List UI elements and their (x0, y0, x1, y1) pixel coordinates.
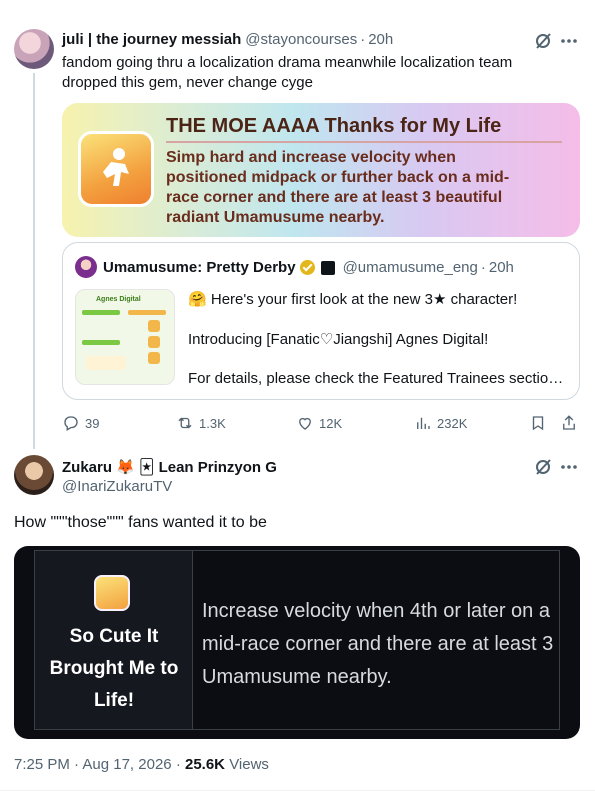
divider (0, 790, 595, 791)
jester-emoji: 🃏 (139, 459, 155, 476)
thumbnail-bar (82, 310, 120, 315)
tweet-header: juli | the journey messiah @stayoncourse… (62, 31, 393, 48)
separator-dot: · (480, 259, 486, 276)
quote-handle[interactable]: @umamusume_eng (343, 259, 478, 276)
grok-icon[interactable] (532, 31, 554, 51)
avatar[interactable] (14, 455, 54, 495)
thumbnail-cell (86, 356, 126, 370)
repost-icon (178, 417, 192, 429)
quote-avatar[interactable] (75, 256, 97, 278)
skill-description: Simp hard and increase velocity when pos… (166, 149, 510, 226)
reply-icon (64, 416, 78, 431)
quote-thumbnail[interactable]: Agnes Digital (75, 289, 175, 385)
skill-description: Increase velocity when 4th or later on a… (202, 600, 554, 688)
tweet-meta: 7:25 PM · Aug 17, 2026 · 25.6K Views (14, 756, 269, 773)
repost-button[interactable]: 1.3K (176, 414, 226, 432)
tweet-text: How """those""" fans wanted it to be (14, 514, 267, 531)
thumbnail-cell (148, 352, 160, 364)
avatar[interactable] (14, 29, 54, 69)
views-count: 25.6K (184, 756, 226, 773)
quote-display-name[interactable]: Umamusume: Pretty Derby (103, 259, 296, 276)
tweet-text: fandom going thru a localization drama m… (62, 54, 513, 91)
skill-icon (78, 131, 154, 207)
display-name[interactable]: Zukaru 🦊 🃏 Lean Prinzyon G (62, 458, 277, 476)
views-label: Views (229, 756, 269, 773)
thumbnail-bar (128, 310, 166, 315)
tweet-image[interactable]: THE MOE AAAA Thanks for My Life Simp har… (62, 103, 580, 237)
skill-panel-left: So Cute It Brought Me to Life! (35, 551, 193, 729)
handle[interactable]: @InariZukaruTV (62, 478, 172, 495)
reply-count: 39 (85, 415, 100, 431)
more-icon[interactable] (558, 31, 580, 51)
display-name[interactable]: juli | the journey messiah (62, 31, 241, 48)
repost-count: 1.3K (199, 415, 226, 431)
skill-title: So Cute It Brought Me to Life! (49, 626, 179, 711)
grok-icon[interactable] (532, 457, 554, 477)
skill-panel: So Cute It Brought Me to Life! Increase … (34, 550, 560, 730)
quote-line: 🤗 Here's your first look at the new 3★ c… (188, 291, 518, 308)
views-count: 232K (437, 415, 468, 431)
bookmark-button[interactable] (529, 414, 552, 432)
separator-dot: · (175, 756, 185, 773)
separator-dot: · (360, 31, 366, 48)
thumbnail-title: Agnes Digital (96, 296, 141, 303)
quoted-tweet[interactable]: Umamusume: Pretty Derby @umamusume_eng ·… (62, 242, 580, 400)
like-button[interactable]: 12K (296, 414, 342, 432)
tweet-image[interactable]: So Cute It Brought Me to Life! Increase … (14, 546, 580, 739)
thumbnail-cell (148, 336, 160, 348)
handle[interactable]: @stayoncourses (245, 31, 357, 48)
views-button[interactable]: 232K (414, 414, 467, 432)
tweet-header: Zukaru 🦊 🃏 Lean Prinzyon G (62, 458, 277, 476)
post-time[interactable]: 7:25 PM (14, 756, 70, 773)
thumbnail-cell (148, 320, 160, 332)
quote-line: For details, please check the Featured T… (188, 370, 564, 387)
reply-button[interactable]: 39 (62, 414, 99, 432)
timestamp[interactable]: 20h (368, 31, 393, 48)
thumbnail-bar (82, 340, 120, 345)
tweet-handle-row: @InariZukaruTV (62, 478, 172, 495)
like-icon (299, 417, 311, 430)
thread-line (33, 73, 35, 449)
more-icon[interactable] (558, 457, 580, 477)
share-icon (563, 415, 575, 430)
fox-emoji: 🦊 (116, 459, 135, 476)
like-count: 12K (319, 415, 343, 431)
post-date[interactable]: Aug 17, 2026 (82, 756, 171, 773)
skill-icon (94, 575, 130, 611)
quote-header: Umamusume: Pretty Derby @umamusume_eng ·… (103, 259, 514, 276)
tweet-actions: 39 1.3K 12K 232K (62, 414, 580, 434)
face-emoji: 🤗 (188, 291, 207, 308)
views-icon (417, 417, 430, 429)
skill-title: THE MOE AAAA Thanks for My Life (166, 115, 502, 137)
affiliate-badge-icon[interactable] (320, 260, 335, 275)
share-button[interactable] (560, 414, 583, 432)
verified-icon (299, 260, 315, 275)
bookmark-icon (532, 416, 544, 431)
divider (166, 141, 562, 143)
quote-line: Introducing [Fanatic♡Jiangshi] Agnes Dig… (188, 331, 489, 348)
quote-timestamp[interactable]: 20h (489, 259, 514, 276)
